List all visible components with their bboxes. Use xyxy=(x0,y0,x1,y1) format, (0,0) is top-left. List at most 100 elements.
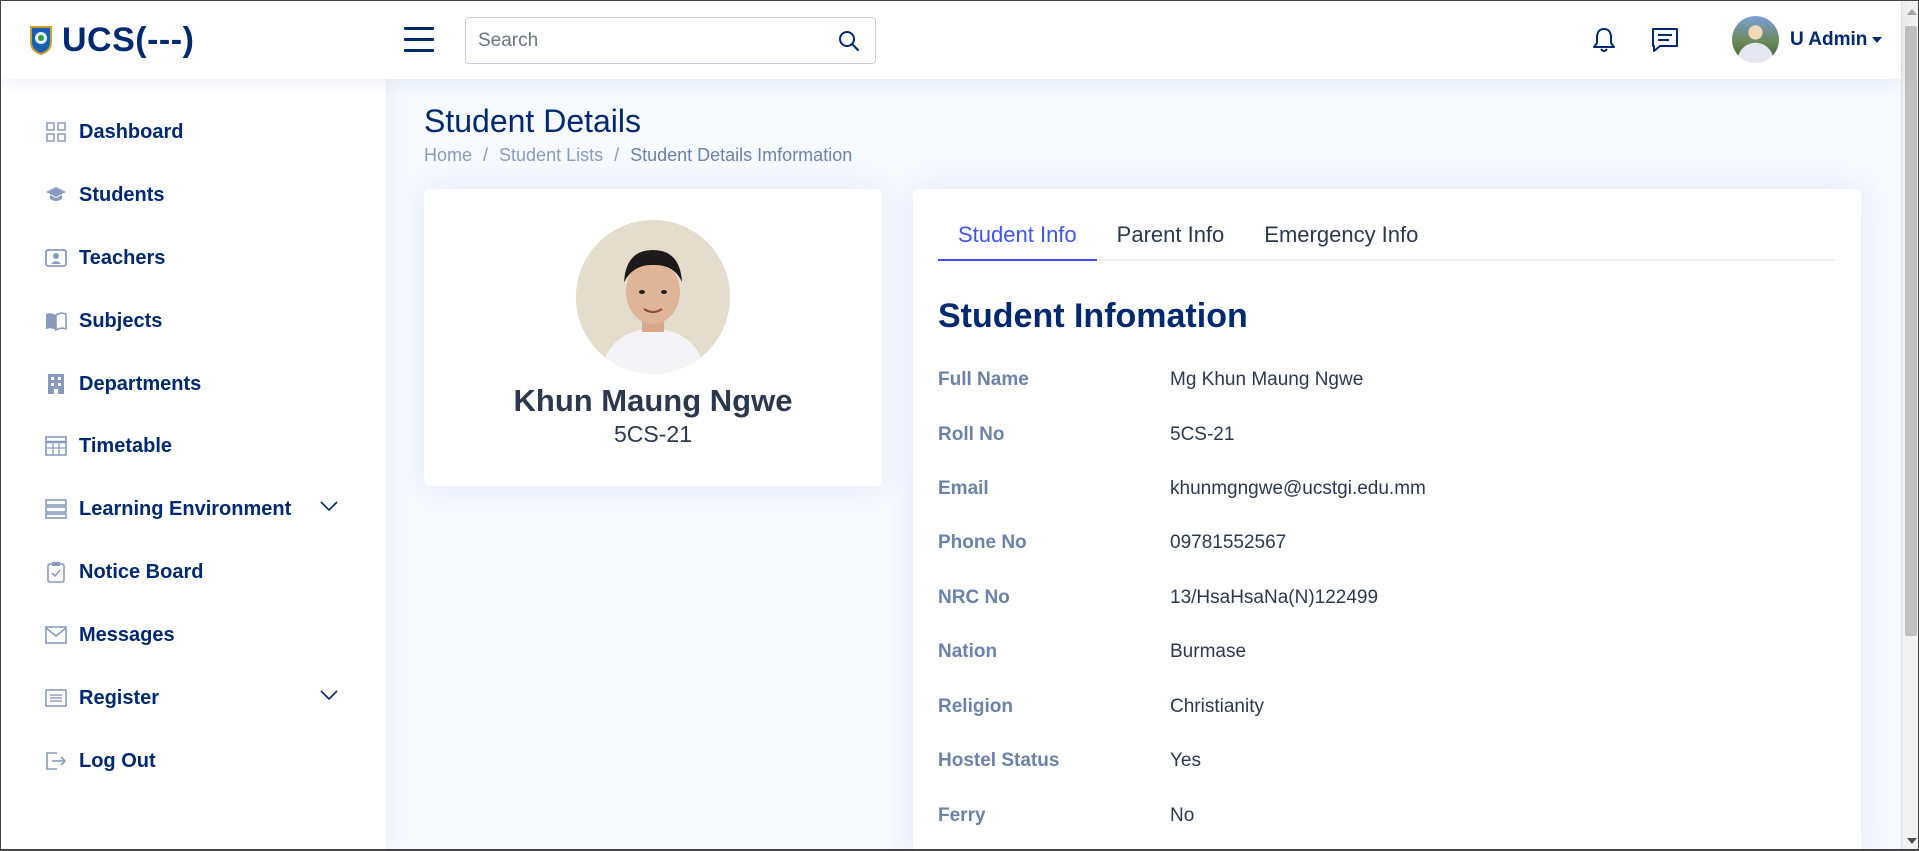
section-title: Student Infomation xyxy=(938,297,1248,335)
chat-icon[interactable] xyxy=(1650,25,1680,55)
breadcrumb-separator: / xyxy=(483,145,489,165)
chevron-down-icon[interactable] xyxy=(320,501,338,511)
sidebar-item-label: Dashboard xyxy=(79,120,184,143)
list-icon xyxy=(44,686,68,710)
sidebar-item-students[interactable]: Students xyxy=(44,175,344,215)
avatar xyxy=(1732,16,1779,63)
breadcrumb-home[interactable]: Home xyxy=(424,145,472,166)
info-label: Roll No xyxy=(938,424,1005,445)
page-title: Student Details xyxy=(424,103,642,139)
sidebar-item-timetable[interactable]: Timetable xyxy=(44,426,344,466)
top-header: UCS(---) U Admin xyxy=(1,1,1901,79)
sidebar-item-label: Notice Board xyxy=(79,560,204,583)
chevron-down-icon[interactable] xyxy=(320,690,338,700)
sidebar-item-label: Learning Environment xyxy=(79,497,292,520)
person-badge-icon xyxy=(44,246,68,270)
info-row-nrc-no: NRC No 13/HsaHsaNa(N)122499 xyxy=(938,583,1838,613)
sidebar-item-label: Teachers xyxy=(79,246,166,269)
caret-down-icon xyxy=(1872,36,1883,43)
tab-emergency-info[interactable]: Emergency Info xyxy=(1244,215,1438,261)
info-row-phone-no: Phone No 09781552567 xyxy=(938,528,1838,558)
info-label: Phone No xyxy=(938,532,1027,553)
scroll-up-arrow-icon[interactable] xyxy=(1907,9,1917,15)
info-row-email: Email khunmgngwe@ucstgi.edu.mm xyxy=(938,474,1838,504)
info-label: Religion xyxy=(938,696,1013,717)
student-roll: 5CS-21 xyxy=(614,421,692,447)
info-label: Nation xyxy=(938,641,998,662)
info-row-ferry: Ferry No xyxy=(938,801,1838,831)
graduation-cap-icon xyxy=(44,183,68,207)
sidebar-item-label: Messages xyxy=(79,623,175,646)
hamburger-bar xyxy=(404,27,434,30)
sidebar-item-label: Subjects xyxy=(79,309,163,332)
info-label: Full Name xyxy=(938,369,1029,390)
sidebar-item-register[interactable]: Register xyxy=(44,678,344,718)
info-row-full-name: Full Name Mg Khun Maung Ngwe xyxy=(938,365,1838,395)
info-label: NRC No xyxy=(938,587,1010,608)
vertical-scrollbar[interactable] xyxy=(1901,1,1918,849)
info-value: khunmgngwe@ucstgi.edu.mm xyxy=(1170,478,1426,499)
search-input[interactable] xyxy=(466,29,816,52)
tab-parent-info[interactable]: Parent Info xyxy=(1097,215,1245,261)
info-label: Email xyxy=(938,478,989,499)
breadcrumb: Home / Student Lists / Student Details I… xyxy=(424,145,852,166)
info-value: Mg Khun Maung Ngwe xyxy=(1170,369,1364,390)
envelope-icon xyxy=(44,623,68,647)
info-label: Hostel Status xyxy=(938,750,1060,771)
sidebar-item-label: Register xyxy=(79,686,160,709)
sidebar-item-label: Departments xyxy=(79,372,202,395)
hamburger-bar xyxy=(404,38,434,41)
sidebar-item-dashboard[interactable]: Dashboard xyxy=(44,112,344,152)
info-value: 09781552567 xyxy=(1170,532,1287,553)
student-avatar xyxy=(576,220,730,374)
tab-student-info[interactable]: Student Info xyxy=(938,215,1097,261)
clipboard-icon xyxy=(44,560,68,584)
info-row-religion: Religion Christianity xyxy=(938,692,1838,722)
sidebar-item-label: Timetable xyxy=(79,434,172,457)
student-photo xyxy=(576,220,730,374)
app-window: UCS(---) U Admin xyxy=(0,0,1919,851)
info-label: Ferry xyxy=(938,805,986,826)
breadcrumb-student-lists[interactable]: Student Lists xyxy=(499,145,603,166)
book-icon xyxy=(44,309,68,333)
info-value: Christianity xyxy=(1170,696,1264,717)
info-row-nation: Nation Burmase xyxy=(938,637,1838,667)
info-value: 5CS-21 xyxy=(1170,424,1235,445)
info-value: Yes xyxy=(1170,750,1201,771)
info-row-roll-no: Roll No 5CS-21 xyxy=(938,420,1838,450)
logo[interactable]: UCS(---) xyxy=(28,21,398,60)
sidebar: Dashboard Students Teachers Subjects Dep… xyxy=(1,79,386,849)
profile-menu[interactable]: U Admin xyxy=(1732,16,1883,63)
search-icon[interactable] xyxy=(837,29,861,53)
sidebar-item-notice-board[interactable]: Notice Board xyxy=(44,552,344,592)
breadcrumb-current: Student Details Imformation xyxy=(630,145,853,165)
profile-card: Khun Maung Ngwe 5CS-21 xyxy=(424,189,882,486)
logo-badge-icon xyxy=(30,26,52,56)
student-name: Khun Maung Ngwe xyxy=(513,383,793,418)
info-value: No xyxy=(1170,805,1195,826)
sidebar-item-departments[interactable]: Departments xyxy=(44,364,344,404)
building-icon xyxy=(44,372,68,396)
server-icon xyxy=(44,497,68,521)
info-value: 13/HsaHsaNa(N)122499 xyxy=(1170,587,1379,608)
sidebar-item-label: Log Out xyxy=(79,749,156,772)
table-icon xyxy=(44,434,68,458)
sidebar-item-teachers[interactable]: Teachers xyxy=(44,238,344,278)
profile-name: U Admin xyxy=(1790,28,1868,50)
scroll-down-arrow-icon[interactable] xyxy=(1907,838,1917,844)
sidebar-item-label: Students xyxy=(79,183,165,206)
sidebar-item-log-out[interactable]: Log Out xyxy=(44,741,344,781)
logo-text: UCS(---) xyxy=(62,20,195,59)
sidebar-toggle-button[interactable] xyxy=(404,27,434,53)
sidebar-item-messages[interactable]: Messages xyxy=(44,615,344,655)
breadcrumb-separator: / xyxy=(614,145,620,165)
info-card: Student Info Parent Info Emergency Info … xyxy=(913,189,1861,849)
scroll-thumb[interactable] xyxy=(1905,26,1917,636)
sidebar-item-learning-environment[interactable]: Learning Environment xyxy=(44,489,344,529)
info-row-hostel-status: Hostel Status Yes xyxy=(938,746,1838,776)
info-value: Burmase xyxy=(1170,641,1247,662)
bell-icon[interactable] xyxy=(1589,25,1619,55)
search-bar xyxy=(465,17,876,64)
sidebar-item-subjects[interactable]: Subjects xyxy=(44,301,344,341)
grid-icon xyxy=(44,120,68,144)
